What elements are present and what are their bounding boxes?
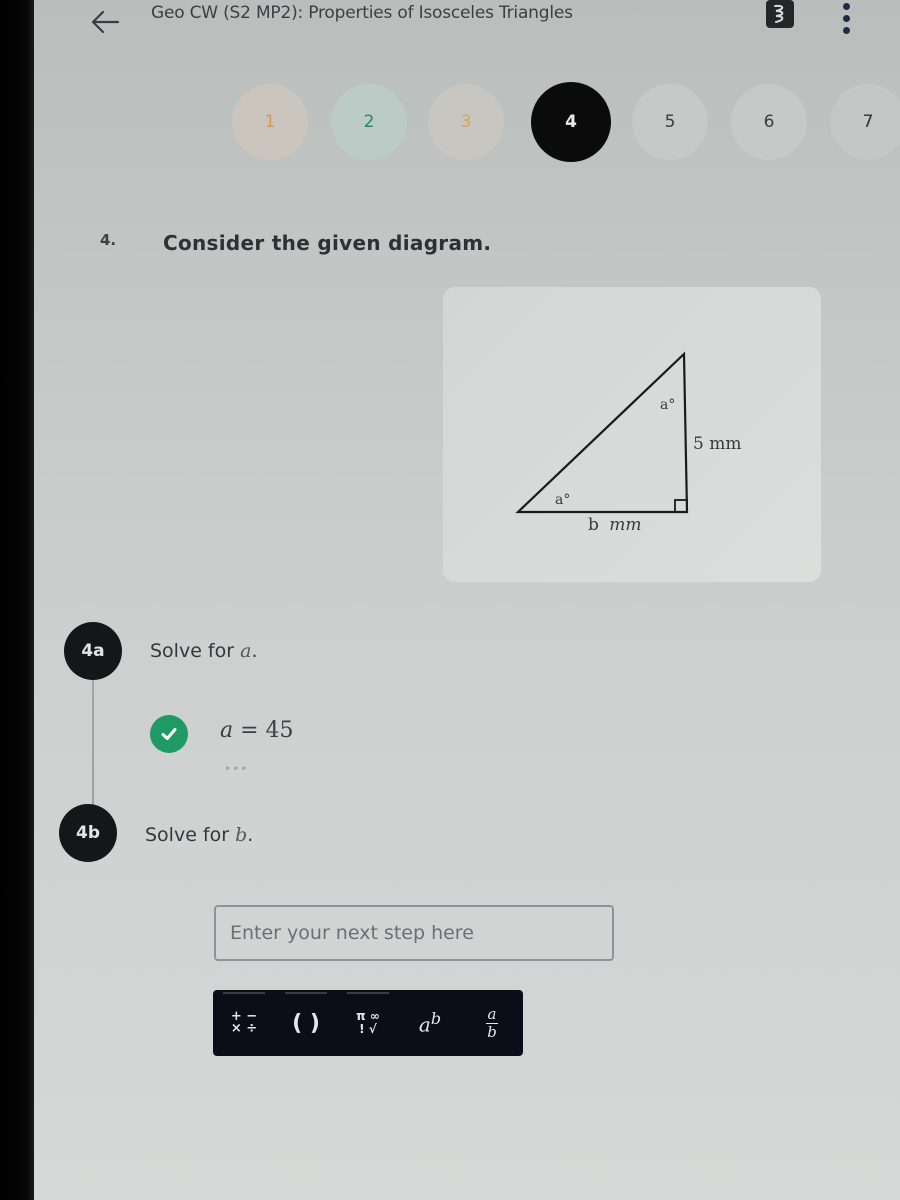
step-3-button[interactable]: 3 — [428, 84, 504, 160]
part-4a-badge: 4a — [64, 622, 122, 680]
step-4-button-current[interactable]: 4 — [531, 82, 611, 162]
base-value: b — [588, 515, 599, 535]
part-4a-prompt: Solve for a. — [150, 640, 257, 662]
answer-variable: a — [220, 718, 234, 743]
fraction-icon: a b — [486, 1004, 498, 1041]
more-options-button[interactable] — [838, 0, 854, 34]
angle-label-top: a° — [660, 397, 675, 413]
checkmark-icon — [161, 728, 177, 740]
page-title: Geo CW (S2 MP2): Properties of Isosceles… — [151, 3, 573, 23]
prompt-variable: b — [235, 824, 248, 846]
side-label-base: b mm — [588, 515, 642, 535]
arrow-left-icon — [91, 10, 120, 34]
angle-label-bottom-left: a° — [555, 492, 570, 508]
timeline-connector — [92, 672, 94, 822]
top-bar: Geo CW (S2 MP2): Properties of Isosceles… — [0, 0, 900, 52]
parentheses-key[interactable]: ( ) — [275, 990, 337, 1056]
app-badge-icon — [774, 4, 784, 23]
right-angle-marker — [674, 499, 688, 513]
side-label-vertical: 5 mm — [693, 434, 741, 454]
app-badge-button[interactable] — [766, 0, 794, 28]
base-unit: mm — [609, 515, 641, 535]
fraction-denominator: b — [487, 1022, 497, 1041]
symbols-key[interactable]: π ∞ ! √ — [337, 990, 399, 1056]
part-4a-answer: a = 45 — [220, 718, 294, 743]
correct-check-icon — [150, 715, 188, 753]
diagram-card: a° a° 5 mm b mm — [443, 287, 821, 582]
part-4b-prompt: Solve for b. — [145, 824, 253, 846]
fraction-key[interactable]: a b — [461, 990, 523, 1056]
step-5-button[interactable]: 5 — [632, 84, 708, 160]
symbols-line-2: ! √ — [359, 1022, 377, 1036]
step-6-button[interactable]: 6 — [731, 84, 807, 160]
triangle-diagram: a° a° 5 mm b mm — [515, 351, 741, 535]
operators-line-2: × ÷ — [230, 1021, 258, 1036]
math-toolbar: + − × ÷ ( ) π ∞ ! √ ab a b — [213, 990, 523, 1056]
problem-text: Consider the given diagram. — [163, 231, 492, 255]
answer-value: = 45 — [233, 718, 294, 743]
more-dot — [842, 27, 850, 34]
prompt-period: . — [247, 824, 254, 846]
parentheses-icon: ( ) — [292, 1010, 320, 1036]
step-1-button[interactable]: 1 — [232, 84, 308, 160]
operators-key[interactable]: + − × ÷ — [213, 990, 275, 1056]
prompt-text: Solve for — [150, 640, 235, 662]
prompt-text: Solve for — [145, 824, 230, 846]
exponent-key[interactable]: ab — [399, 990, 461, 1056]
step-7-button[interactable]: 7 — [830, 84, 900, 160]
next-step-input[interactable] — [214, 905, 614, 961]
operators-icon: + − × ÷ — [230, 1010, 258, 1036]
fraction-numerator: a — [487, 1004, 497, 1023]
exponent-base: a — [418, 1012, 431, 1037]
symbols-icon: π ∞ ! √ — [356, 1010, 380, 1036]
problem-number: 4. — [100, 231, 117, 249]
more-dot — [842, 15, 850, 22]
step-navigator: 1 2 3 4 5 6 7 — [0, 82, 900, 162]
back-button[interactable] — [88, 6, 122, 38]
exponent-icon: ab — [419, 1009, 441, 1037]
more-vertical-icon — [842, 3, 850, 10]
prompt-period: . — [251, 640, 258, 662]
show-more-steps-button[interactable]: ••• — [224, 762, 248, 776]
prompt-variable: a — [240, 640, 252, 662]
part-4b-badge: 4b — [59, 804, 117, 862]
exponent-power: b — [430, 1009, 442, 1029]
right-triangle — [515, 351, 689, 514]
device-bezel — [0, 0, 34, 1200]
step-2-button[interactable]: 2 — [331, 84, 407, 160]
